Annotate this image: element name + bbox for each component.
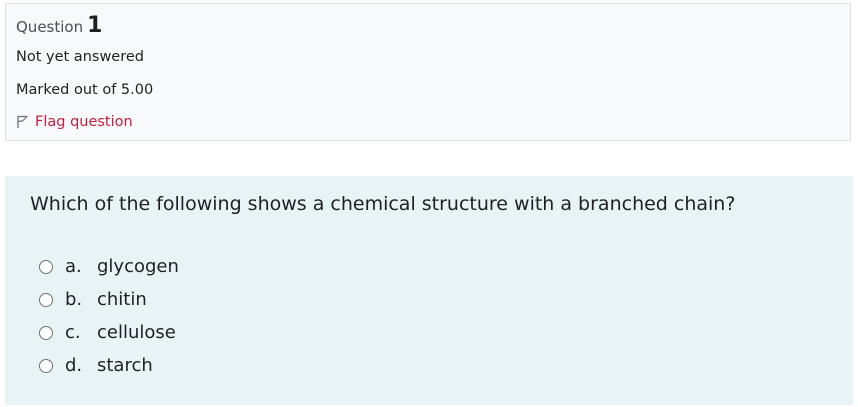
question-text: Which of the following shows a chemical … — [30, 193, 736, 215]
answer-text[interactable]: chitin — [97, 289, 147, 310]
answer-letter: a. — [65, 256, 82, 277]
flag-question-label: Flag question — [35, 114, 133, 130]
answer-option-d[interactable]: d. starch — [39, 355, 153, 376]
flag-icon — [16, 115, 29, 129]
answer-letter: d. — [65, 355, 83, 376]
answer-text[interactable]: starch — [97, 355, 153, 376]
answer-option-b[interactable]: b. chitin — [39, 289, 147, 310]
radio-unchecked-icon[interactable] — [39, 358, 53, 373]
question-label: Question — [16, 18, 84, 36]
answer-option-c[interactable]: c. cellulose — [39, 322, 176, 343]
question-info-panel: Question 1 Not yet answered Marked out o… — [5, 3, 851, 141]
answer-text[interactable]: cellulose — [97, 322, 176, 343]
question-grade: Marked out of 5.00 — [16, 82, 154, 98]
radio-unchecked-icon[interactable] — [39, 325, 53, 340]
question-number: 1 — [87, 13, 103, 38]
answer-letter: c. — [65, 322, 81, 343]
question-content: Which of the following shows a chemical … — [5, 176, 853, 405]
radio-unchecked-icon[interactable] — [39, 259, 53, 274]
question-state: Not yet answered — [16, 49, 144, 65]
question-heading: Question 1 — [16, 13, 102, 38]
answer-option-a[interactable]: a. glycogen — [39, 256, 179, 277]
radio-unchecked-icon[interactable] — [39, 292, 53, 307]
answer-text[interactable]: glycogen — [97, 256, 179, 277]
flag-question-link[interactable]: Flag question — [16, 114, 133, 130]
answer-letter: b. — [65, 289, 83, 310]
